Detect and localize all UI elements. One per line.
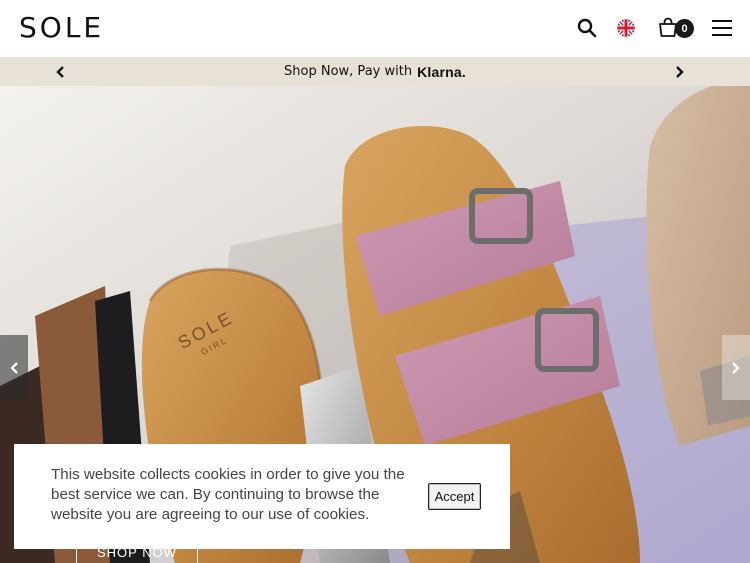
search-icon[interactable] [573,14,601,42]
chevron-right-icon [731,361,741,375]
site-logo[interactable]: SOLE [19,9,104,47]
klarna-logo: Klarna. [417,63,466,80]
site-header: SOLE 0 [0,0,750,57]
chevron-left-icon [9,361,19,375]
hero-next-button[interactable] [722,335,750,400]
cookie-banner: This website collects cookies in order t… [14,444,510,549]
chevron-right-icon[interactable] [672,64,686,78]
page: SOLE 0 Shop Now, Pay with Klarna. SOLE G… [0,0,750,563]
cookie-message: This website collects cookies in order t… [51,466,405,523]
promo-message[interactable]: Shop Now, Pay with Klarna. [0,57,750,86]
cart-count-badge[interactable]: 0 [675,19,694,38]
hamburger-menu-icon[interactable] [708,14,736,42]
accept-cookies-button[interactable]: Accept [428,483,481,510]
hero-prev-button[interactable] [0,335,28,400]
promo-bar: Shop Now, Pay with Klarna. [0,57,750,86]
promo-text: Shop Now, Pay with [284,64,413,79]
uk-flag-icon[interactable] [612,14,640,42]
